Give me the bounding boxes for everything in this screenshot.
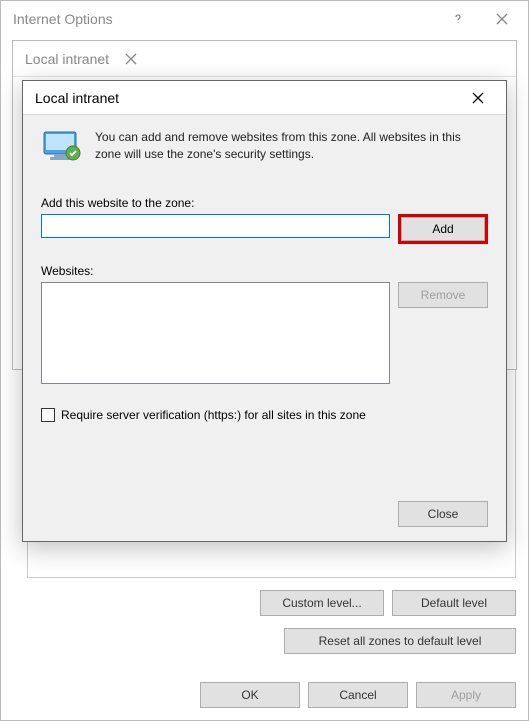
reset-all-zones-button[interactable]: Reset all zones to default level [284, 628, 516, 654]
internet-options-titlebar: Internet Options [1, 1, 528, 37]
websites-label: Websites: [41, 264, 488, 278]
local-intranet-sites-footer: Close [398, 501, 488, 527]
close-icon [480, 5, 524, 33]
apply-button: Apply [416, 682, 516, 708]
websites-list-row: Remove [41, 282, 488, 384]
security-level-row: Custom level... Default level [260, 590, 516, 616]
websites-listbox[interactable] [41, 282, 390, 384]
info-text: You can add and remove websites from thi… [95, 129, 488, 164]
info-row: You can add and remove websites from thi… [41, 129, 488, 168]
add-website-label: Add this website to the zone: [41, 196, 488, 210]
help-icon [436, 5, 480, 33]
local-intranet-sites-body: You can add and remove websites from thi… [23, 115, 506, 436]
require-https-row: Require server verification (https:) for… [41, 408, 488, 422]
ok-button[interactable]: OK [200, 682, 300, 708]
close-icon [109, 45, 153, 73]
internet-options-title: Internet Options [13, 11, 436, 27]
cancel-button[interactable]: Cancel [308, 682, 408, 708]
custom-level-button[interactable]: Custom level... [260, 590, 384, 616]
local-intranet-behind-title: Local intranet [25, 51, 109, 67]
close-icon[interactable] [456, 84, 500, 112]
add-website-row: Add [41, 214, 488, 244]
local-intranet-sites-title: Local intranet [35, 90, 456, 106]
internet-options-footer: OK Cancel Apply [200, 672, 518, 710]
local-intranet-sites-dialog: Local intranet You can add and remove we… [22, 80, 507, 542]
require-https-checkbox[interactable] [41, 408, 55, 422]
default-level-button[interactable]: Default level [392, 590, 516, 616]
add-button-highlight: Add [398, 214, 488, 244]
remove-button: Remove [398, 282, 488, 308]
require-https-label: Require server verification (https:) for… [61, 408, 366, 422]
reset-zones-row: Reset all zones to default level [284, 628, 516, 654]
add-button[interactable]: Add [401, 217, 485, 241]
local-intranet-sites-titlebar: Local intranet [23, 81, 506, 115]
close-button[interactable]: Close [398, 501, 488, 527]
monitor-zone-icon [41, 129, 83, 168]
add-website-input[interactable] [41, 214, 390, 238]
local-intranet-behind-titlebar: Local intranet [13, 41, 516, 77]
